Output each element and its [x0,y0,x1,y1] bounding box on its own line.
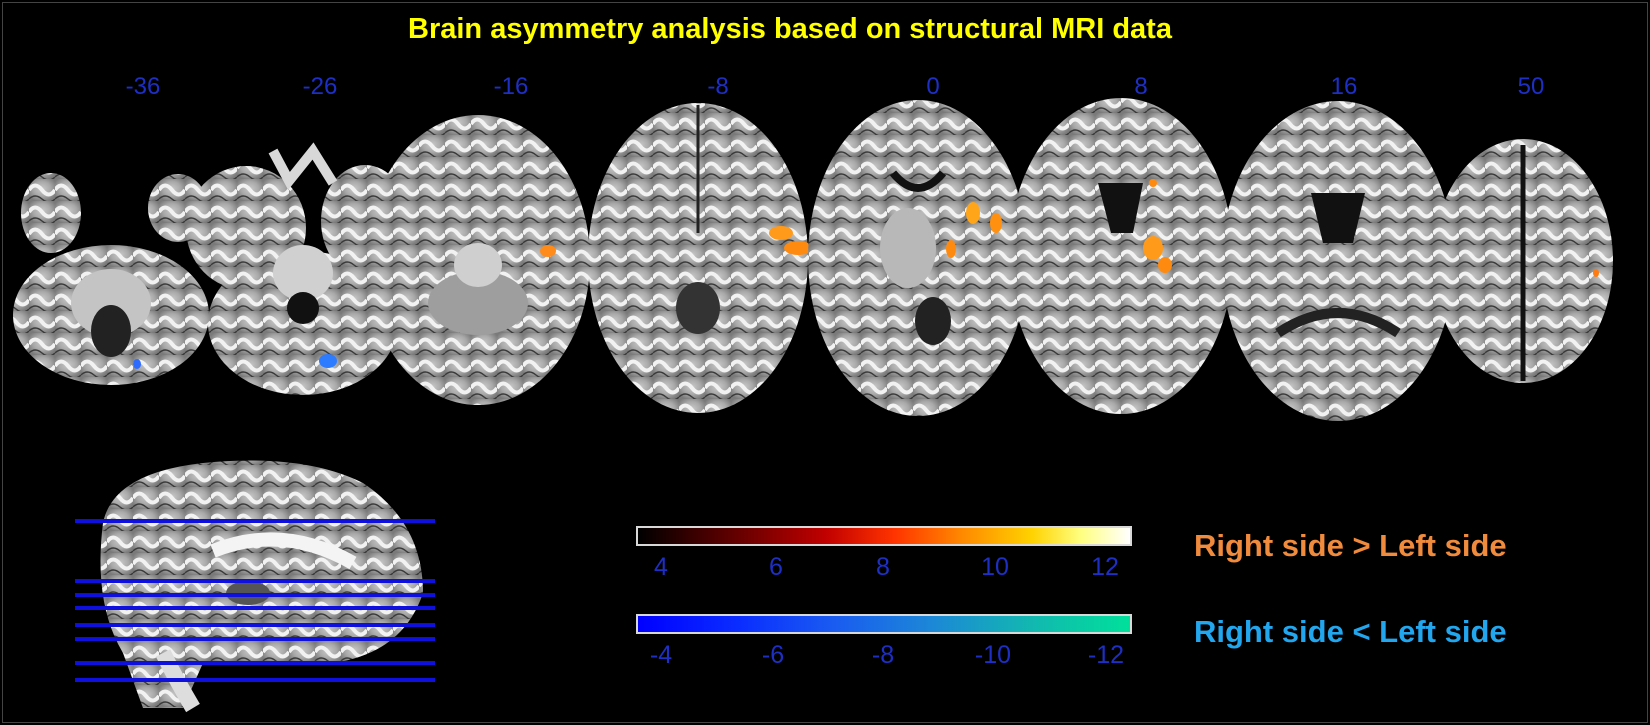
colorbar-positive-tick: 12 [1091,553,1119,581]
colorbar-negative [636,614,1132,634]
axial-slice-8 [1433,139,1613,383]
axial-slice-7 [1222,101,1454,421]
colorbar-negative-tick: -8 [871,641,895,669]
colorbar-positive [636,526,1132,546]
figure-frame: Brain asymmetry analysis based on struct… [2,2,1648,723]
colorbar-positive-tick: 8 [876,553,890,581]
axial-slice-3 [366,115,590,405]
axial-slice-4 [588,103,812,413]
axial-slice-6 [1009,98,1233,414]
axial-slice-5 [808,100,1028,416]
colorbar-negative-tick: -6 [761,641,785,669]
colorbar-negative-tick: -4 [649,641,673,669]
legend-label-right-less: Right side < Left side [1194,614,1507,649]
colorbar-positive-tick: 4 [654,553,668,581]
colorbar-positive-tick: 6 [769,553,783,581]
sagittal-reference-slice [100,460,423,713]
colorbar-negative-tick: -12 [1087,641,1125,669]
colorbar-negative-tick: -10 [974,641,1012,669]
legend-label-right-greater: Right side > Left side [1194,528,1507,563]
colorbar-positive-tick: 10 [981,553,1009,581]
axial-slice-1 [13,173,209,385]
